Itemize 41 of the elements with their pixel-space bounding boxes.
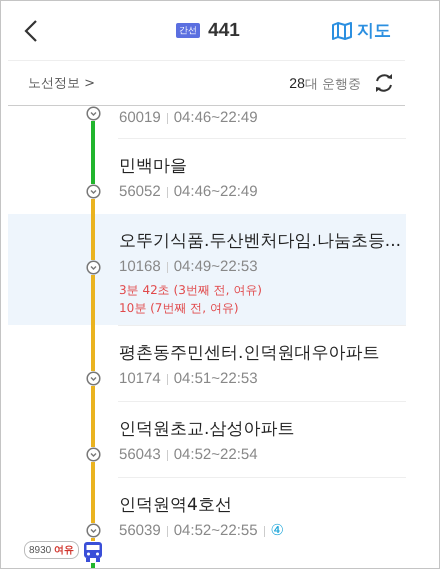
refresh-icon[interactable]	[373, 72, 395, 94]
stop-name: 인덕원역4호선	[119, 494, 233, 517]
stop-name: 민백마을	[119, 155, 188, 178]
stop-row[interactable]: 오뚜기식품.두산벤처다임.나눔초등... 10168 04:49~22:53 3분 42초 (3번째 전, 여유) 10분 (7번째 전, 여유)	[8, 214, 406, 325]
stop-row[interactable]: 인덕원초교.삼성아파트 56043 04:52~22:54	[8, 401, 406, 477]
stop-row[interactable]: 60019 04:46~22:49	[8, 106, 406, 138]
arrival-time: 10분 (7번째 전, 여유)	[119, 300, 240, 317]
back-icon[interactable]	[24, 18, 38, 42]
stop-hours: 04:46~22:49	[174, 182, 258, 202]
stop-node-icon	[86, 371, 100, 386]
stop-hours: 04:49~22:53	[174, 257, 258, 277]
stop-name: 평촌동주민센터.인덕원대우아파트	[119, 342, 380, 365]
stop-row[interactable]: 평촌동주민센터.인덕원대우아파트 10174 04:51~22:53	[8, 325, 406, 401]
stop-id: 10168	[119, 257, 161, 277]
stop-id: 56039	[119, 521, 161, 541]
stop-hours: 04:51~22:53	[174, 369, 258, 389]
stop-id: 56052	[119, 182, 161, 202]
route-number: 441	[208, 20, 240, 42]
route-info-link[interactable]: 노선정보 >	[28, 74, 96, 92]
stop-row[interactable]: 8930 여유 인덕원역4호선 56039 04:52~22:55 ④	[8, 477, 406, 568]
stop-node-icon	[86, 523, 100, 538]
bus-icon[interactable]	[83, 541, 103, 563]
stop-node-icon	[86, 260, 100, 275]
stop-name: 오뚜기식품.두산벤처다임.나눔초등...	[119, 230, 402, 253]
stop-id: 10174	[119, 369, 161, 389]
stop-node-icon	[86, 184, 100, 199]
stop-node-icon	[86, 447, 100, 462]
stop-id: 56043	[119, 445, 161, 465]
stop-id: 60019	[119, 108, 161, 128]
stop-hours: 04:52~22:55	[174, 521, 258, 541]
bus-plate-tag: 8930 여유	[24, 541, 79, 559]
subway-line-label: ④	[270, 521, 284, 541]
stop-name: 인덕원초교.삼성아파트	[119, 418, 296, 441]
route-type-badge: 간선	[176, 23, 200, 38]
arrival-time: 3분 42초 (3번째 전, 여유)	[119, 282, 263, 299]
map-icon	[332, 22, 352, 40]
bus-count-label: 대 운행중	[304, 77, 361, 92]
bus-count: 28	[289, 75, 305, 91]
stop-hours: 04:46~22:49	[174, 108, 258, 128]
stop-node-icon	[86, 106, 100, 121]
stop-hours: 04:52~22:54	[174, 445, 258, 465]
